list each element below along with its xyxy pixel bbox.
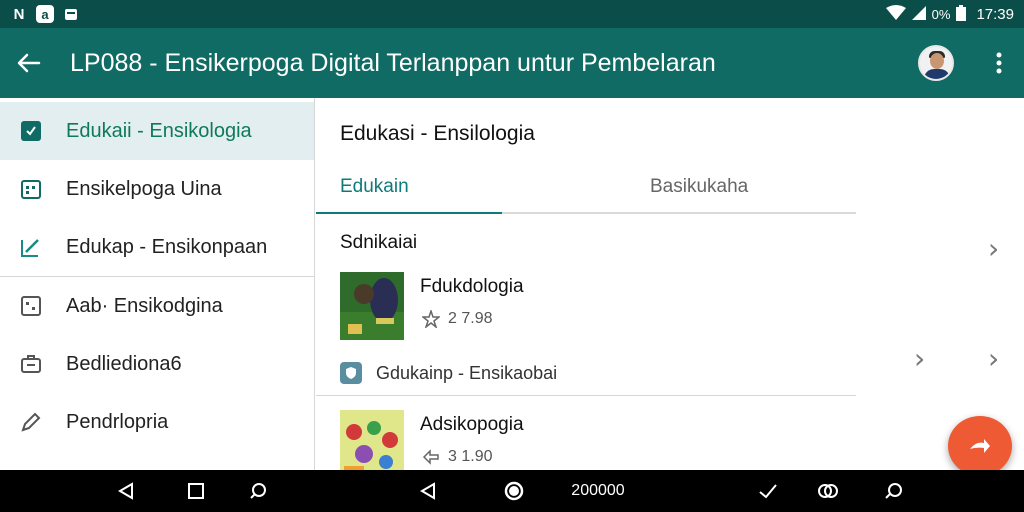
status-right: 0% 17:39 — [885, 4, 1014, 24]
fab-button[interactable] — [948, 416, 1012, 476]
card-title: Adsikopogia — [420, 414, 524, 435]
notification-a-icon: a — [36, 5, 54, 23]
nav-overlap-button[interactable] — [816, 478, 840, 504]
sidebar-item-bedliediona[interactable]: Bedliediona6 — [0, 335, 314, 393]
signal-icon — [911, 5, 926, 23]
system-nav-bar: 200000 — [0, 470, 1024, 512]
arrow-left-icon — [17, 53, 41, 73]
chevron-right-icon[interactable]: › — [988, 232, 999, 265]
chevron-right-icon[interactable]: › — [914, 342, 925, 375]
sidebar-item-label: Edukap - Ensikonpaan — [66, 235, 268, 258]
tab-indicator — [316, 212, 502, 214]
back-button[interactable] — [0, 28, 58, 98]
edit-icon — [20, 236, 42, 258]
avatar[interactable] — [918, 45, 954, 81]
briefcase-icon — [20, 353, 42, 375]
battery-percent: 0% — [931, 6, 951, 22]
app-title: LP088 - Ensikerpoga Digital Terlanppan u… — [70, 48, 716, 77]
list-item[interactable]: Adsikopogia 3 1.90 — [340, 410, 860, 478]
tab-basikukaha[interactable]: Basikukaha — [650, 176, 748, 198]
overlap-circles-icon — [818, 484, 838, 498]
subhead: Sdnikaiai — [340, 232, 418, 253]
forward-icon — [970, 439, 990, 453]
nav-back-button[interactable] — [114, 478, 138, 504]
nav-recents-button[interactable] — [184, 478, 208, 504]
nav-search-button[interactable] — [246, 478, 270, 504]
chevron-right-icon[interactable]: › — [988, 342, 999, 375]
pencil-icon — [20, 411, 42, 433]
more-vert-icon — [996, 52, 1002, 74]
square-icon — [188, 483, 204, 499]
nav-zoom-label: 200000 — [571, 482, 625, 499]
search-icon — [250, 483, 266, 499]
sidebar-item-pendrlopria[interactable]: Pendrlopria — [0, 393, 314, 451]
nav-back-button-2[interactable] — [416, 478, 440, 504]
card-rating: 3 1.90 — [448, 448, 493, 465]
triangle-back-icon — [420, 482, 435, 500]
status-left: N a — [10, 5, 80, 23]
section-title: Edukasi - Ensilologia — [340, 122, 535, 145]
battery-icon — [956, 4, 967, 24]
sidebar-item-ensikelpoga[interactable]: Ensikelpoga Uina — [0, 160, 314, 218]
list-item[interactable]: Fdukdologia 2 7.98 — [340, 272, 860, 340]
main-content: Edukasi - Ensilologia Edukain Basikukaha… — [316, 98, 1024, 478]
more-options-button[interactable] — [974, 28, 1024, 98]
status-bar: N a 0% 17:39 — [0, 0, 1024, 28]
sidebar-item-edukaii[interactable]: Edukaii - Ensikologia — [0, 102, 314, 160]
sidebar-item-label: Bedliediona6 — [66, 352, 182, 375]
sidebar-item-aab[interactable]: Aab· Ensikodgina — [0, 277, 314, 335]
notification-n-icon: N — [13, 5, 25, 23]
sidebar-item-edukap[interactable]: Edukap - Ensikonpaan — [0, 218, 314, 276]
shield-icon — [340, 362, 362, 384]
document-icon — [20, 120, 42, 142]
star-icon — [422, 310, 440, 328]
wifi-icon — [885, 4, 906, 24]
tab-edukain[interactable]: Edukain — [340, 176, 409, 198]
tab-bar: Edukain Basikukaha — [316, 168, 856, 214]
card-rating: 2 7.98 — [448, 310, 493, 327]
nav-check-button[interactable] — [756, 478, 780, 504]
triangle-back-icon — [118, 482, 133, 500]
card-meta: 2 7.98 — [422, 310, 492, 328]
thumb-icon — [422, 449, 439, 465]
link-row[interactable]: Gdukainp - Ensikaobai — [340, 354, 856, 392]
notification-app-icon — [62, 5, 80, 23]
sidebar-item-label: Ensikelpoga Uina — [66, 177, 222, 200]
check-icon — [759, 484, 777, 499]
card-meta: 3 1.90 — [422, 448, 492, 466]
link-row-label: Gdukainp - Ensikaobai — [376, 362, 558, 383]
list-icon — [20, 295, 42, 317]
sidebar-item-label: Pendrlopria — [66, 410, 169, 433]
app-bar: LP088 - Ensikerpoga Digital Terlanppan u… — [0, 28, 1024, 98]
thumbnail-image — [340, 410, 404, 478]
row-divider — [316, 395, 856, 396]
sidebar-item-label: Aab· Ensikodgina — [66, 294, 223, 317]
card-title: Fdukdologia — [420, 276, 524, 297]
sidebar-item-label: Edukaii - Ensikologia — [66, 119, 252, 142]
thumbnail-image — [340, 272, 404, 340]
nav-chat-button[interactable] — [882, 478, 906, 504]
nav-home-button[interactable] — [502, 478, 526, 504]
grid-calendar-icon — [20, 178, 42, 200]
chat-icon — [885, 483, 902, 499]
sidebar: Edukaii - Ensikologia Ensikelpoga Uina E… — [0, 98, 315, 470]
home-circle-icon — [504, 481, 524, 501]
clock: 17:39 — [976, 5, 1014, 23]
